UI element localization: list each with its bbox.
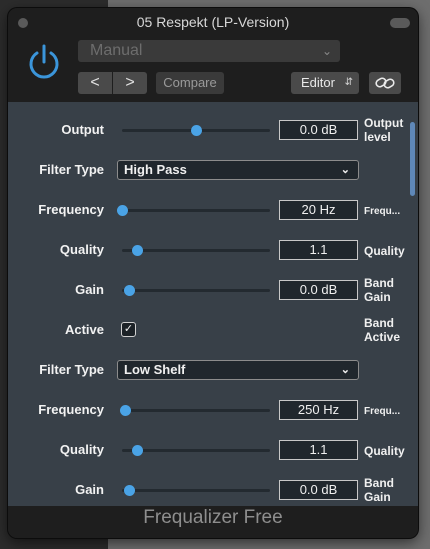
- slider-track[interactable]: [122, 289, 270, 292]
- param-label: Quality: [59, 242, 104, 257]
- band-active-checkbox[interactable]: ✓: [121, 322, 136, 337]
- param-label: Filter Type: [39, 162, 104, 177]
- plugin-window: 05 Respekt (LP-Version) Manual ⌄ < > Com…: [8, 8, 418, 538]
- param-row: Quality 1.1 Quality: [8, 230, 408, 270]
- value-field[interactable]: 250 Hz: [279, 400, 358, 420]
- param-row: Frequency 20 Hz Frequ...: [8, 190, 408, 230]
- param-row: Filter Type High Pass ⌄: [8, 150, 408, 190]
- chevron-down-icon: ⌄: [340, 164, 350, 176]
- value-field[interactable]: 1.1: [279, 440, 358, 460]
- value-field[interactable]: 0.0 dB: [279, 280, 358, 300]
- slider-track[interactable]: [122, 449, 270, 452]
- power-icon[interactable]: [24, 42, 64, 82]
- param-unit-label: Output level: [364, 116, 403, 144]
- slider-thumb[interactable]: [131, 245, 143, 256]
- param-unit-label: Band Gain: [364, 276, 394, 304]
- value-field[interactable]: 1.1: [279, 240, 358, 260]
- value-field[interactable]: 0.0 dB: [279, 120, 358, 140]
- param-unit-label: Frequ...: [364, 406, 401, 417]
- param-unit-line: Gain: [364, 290, 391, 304]
- param-row: Filter Type Low Shelf ⌄: [8, 350, 408, 390]
- param-unit-line: level: [364, 130, 391, 144]
- filter-type-value: Low Shelf: [124, 362, 186, 377]
- slider-thumb[interactable]: [124, 485, 136, 496]
- preset-label: Manual: [90, 42, 143, 59]
- parameters-panel: Output 0.0 dB Output level Filter Type High P…: [8, 102, 418, 506]
- title-bar[interactable]: 05 Respekt (LP-Version): [8, 8, 418, 34]
- param-unit-line: Band: [364, 316, 394, 330]
- compare-button[interactable]: Compare: [156, 72, 224, 94]
- editor-view-dropdown[interactable]: Editor ⇵: [291, 72, 359, 94]
- param-unit-line: Output: [364, 116, 404, 130]
- next-preset-button[interactable]: >: [113, 72, 147, 94]
- slider-thumb[interactable]: [119, 405, 131, 416]
- slider-thumb[interactable]: [191, 125, 202, 136]
- param-label: Active: [64, 322, 104, 337]
- slider-thumb[interactable]: [117, 205, 128, 216]
- slider-track[interactable]: [122, 489, 270, 492]
- param-row: Quality 1.1 Quality: [8, 430, 408, 470]
- slider-track[interactable]: [122, 409, 270, 412]
- param-unit-line: Band: [364, 476, 394, 490]
- param-unit-label: Quality: [364, 444, 405, 458]
- param-row: Frequency 250 Hz Frequ...: [8, 390, 408, 430]
- param-label: Frequency: [38, 202, 104, 217]
- param-unit-label: Frequ...: [364, 206, 401, 217]
- chevron-down-icon: ⌄: [340, 364, 350, 376]
- param-unit-line: Active: [364, 330, 401, 344]
- slider-thumb[interactable]: [131, 445, 143, 456]
- param-unit-line: Gain: [364, 490, 391, 504]
- value-field[interactable]: 0.0 dB: [279, 480, 358, 500]
- chevron-left-icon: <: [90, 74, 100, 91]
- filter-type-dropdown[interactable]: Low Shelf ⌄: [117, 360, 359, 380]
- param-label: Gain: [75, 482, 104, 497]
- param-label: Frequency: [38, 402, 104, 417]
- compare-label: Compare: [163, 75, 217, 90]
- param-unit-label: Band Active: [364, 316, 400, 344]
- previous-preset-button[interactable]: <: [78, 72, 112, 94]
- up-down-chevron-icon: ⇵: [344, 77, 353, 88]
- chevron-down-icon: ⌄: [321, 44, 332, 58]
- scrollbar-thumb[interactable]: [410, 122, 415, 196]
- link-button[interactable]: [369, 72, 401, 94]
- plugin-name: Frequalizer Free: [8, 506, 418, 538]
- slider-track[interactable]: [122, 249, 270, 252]
- slider-thumb[interactable]: [124, 285, 136, 296]
- window-title: 05 Respekt (LP-Version): [136, 14, 290, 30]
- param-unit-line: Band: [364, 276, 394, 290]
- window-resize-button[interactable]: [390, 18, 410, 28]
- chevron-right-icon: >: [125, 74, 135, 91]
- param-row: Gain 0.0 dB Band Gain: [8, 470, 408, 506]
- param-row: Gain 0.0 dB Band Gain: [8, 270, 408, 310]
- filter-type-dropdown[interactable]: High Pass ⌄: [117, 160, 359, 180]
- filter-type-value: High Pass: [124, 162, 187, 177]
- slider-track[interactable]: [122, 209, 270, 212]
- link-icon: [375, 77, 395, 89]
- param-row: Active ✓ Band Active: [8, 310, 408, 350]
- param-unit-label: Quality: [364, 244, 405, 258]
- param-row: Output 0.0 dB Output level: [8, 110, 408, 150]
- param-label: Quality: [59, 442, 104, 457]
- editor-label: Editor: [301, 75, 335, 90]
- param-unit-label: Band Gain: [364, 476, 394, 504]
- value-field[interactable]: 20 Hz: [279, 200, 358, 220]
- param-label: Filter Type: [39, 362, 104, 377]
- param-label: Output: [61, 122, 104, 137]
- preset-dropdown[interactable]: Manual ⌄: [78, 40, 340, 62]
- param-label: Gain: [75, 282, 104, 297]
